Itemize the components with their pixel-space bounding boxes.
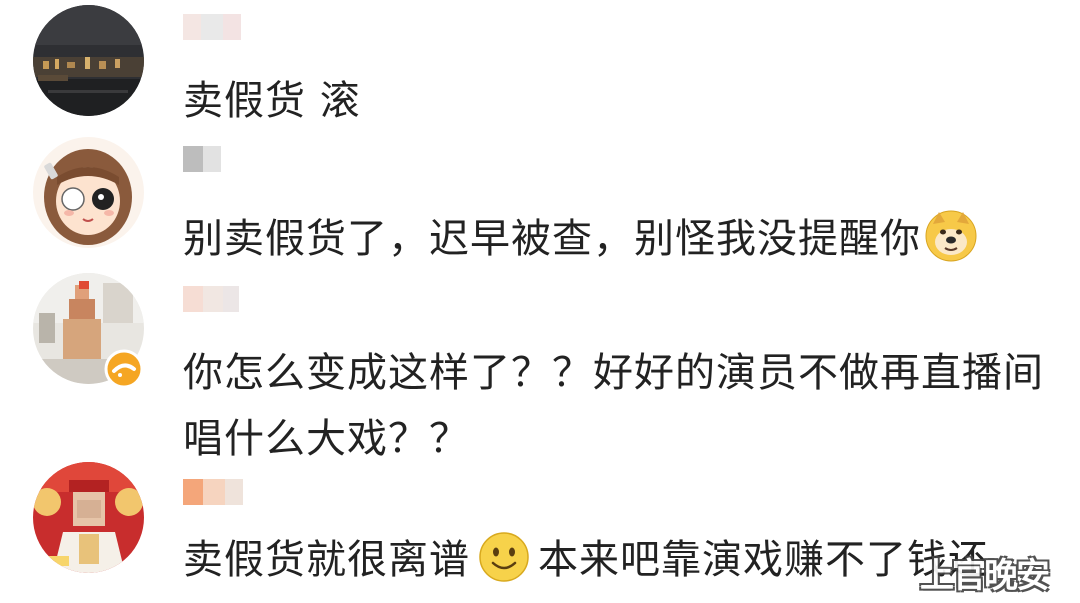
cartoon-girl-avatar-icon[interactable] [33, 137, 144, 248]
redacted-block [203, 286, 223, 312]
comment-text: 卖假货 滚 [183, 78, 361, 124]
redacted-block [223, 14, 241, 40]
redacted-block [225, 479, 243, 505]
username-redacted[interactable] [183, 286, 253, 312]
comment-text-content: 别卖假货了，迟早被查，别怪我没提醒你 [183, 216, 921, 262]
redacted-block [203, 146, 221, 172]
username-redacted[interactable] [183, 14, 253, 40]
red-festival-avatar-icon[interactable] [33, 462, 144, 573]
city-night-avatar-icon[interactable] [33, 5, 144, 116]
redacted-block [183, 479, 203, 505]
watermark: 上官晚安 [920, 556, 1050, 596]
smile-emoji-icon [478, 531, 530, 583]
username-redacted[interactable] [183, 146, 253, 172]
redacted-block [183, 146, 203, 172]
verified-badge-icon [104, 349, 144, 389]
comment-text: 你怎么变成这样了？？好好的演员不做再直播间唱什么大戏？？ [183, 350, 1044, 462]
comment-text: 别卖假货了，迟早被查，别怪我没提醒你 [183, 206, 1050, 272]
redacted-block [223, 286, 239, 312]
username-redacted[interactable] [183, 479, 253, 505]
redacted-block [203, 479, 225, 505]
redacted-block [183, 286, 203, 312]
redacted-block [183, 14, 201, 40]
redacted-block [201, 14, 223, 40]
doge-emoji-icon [925, 210, 977, 262]
comment-text: 卖假货就很离谱 本来吧靠演戏赚不了钱还 [183, 527, 989, 593]
comment-text-before: 卖假货就很离谱 [183, 537, 470, 583]
